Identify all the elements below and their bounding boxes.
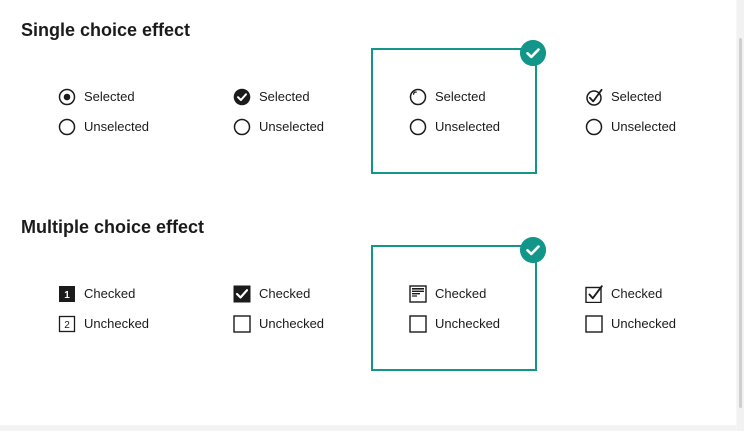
radio-empty-icon [409, 118, 427, 136]
single-style-4-unselected-option[interactable]: Unselected [585, 116, 676, 138]
checkbox-empty-icon [585, 315, 603, 333]
radio-empty-icon [58, 118, 76, 136]
single-style-1-unselected-option[interactable]: Unselected [58, 116, 149, 138]
checkbox-outline-check-icon [585, 285, 603, 303]
selected-check-badge-icon [520, 40, 546, 66]
unchecked-label: Unchecked [435, 316, 501, 331]
unchecked-number: 2 [64, 320, 70, 331]
radio-empty-icon [233, 118, 251, 136]
checkbox-lines-icon [409, 285, 427, 303]
check-circle-outline-icon [586, 88, 603, 106]
bottom-edge [0, 425, 736, 431]
checkbox-filled-check-icon [233, 285, 251, 303]
single-style-4-selected-option[interactable]: Selected [585, 86, 662, 108]
unchecked-label: Unchecked [611, 316, 677, 331]
multiple-style-4-checked-option[interactable]: Checked [585, 283, 662, 305]
unselected-label: Unselected [611, 119, 677, 134]
multiple-style-2-checked-option[interactable]: Checked [233, 283, 310, 305]
radio-dot-icon [58, 88, 76, 106]
checked-label: Checked [259, 286, 311, 301]
selected-label: Selected [435, 89, 486, 104]
multiple-style-2-unchecked-option[interactable]: Unchecked [233, 313, 324, 335]
check-circle-filled-icon [233, 88, 251, 106]
numbered-box-filled-icon: 1 [59, 286, 75, 302]
unchecked-label: Unchecked [259, 316, 325, 331]
multiple-choice-title: Multiple choice effect [21, 217, 205, 237]
scrollbar-thumb[interactable] [739, 38, 742, 408]
unchecked-label: Unchecked [84, 316, 150, 331]
checkbox-empty-icon [233, 315, 251, 333]
content-panel: Single choice effect Selected Unselected… [0, 0, 736, 431]
multiple-style-1-checked-option[interactable]: 1 Checked [58, 283, 135, 305]
unselected-label: Unselected [435, 119, 501, 134]
checked-label: Checked [611, 286, 663, 301]
selected-label: Selected [84, 89, 135, 104]
single-style-3-card[interactable] [371, 48, 537, 174]
single-style-2-selected-option[interactable]: Selected [233, 86, 310, 108]
checkbox-empty-icon [409, 315, 427, 333]
selected-label: Selected [611, 89, 662, 104]
unselected-label: Unselected [84, 119, 150, 134]
checked-label: Checked [435, 286, 487, 301]
numbered-box-outline-icon: 2 [58, 315, 76, 333]
selected-label: Selected [259, 89, 310, 104]
multiple-style-3-card[interactable] [371, 245, 537, 371]
single-style-3-selected-option[interactable]: Selected [409, 86, 486, 108]
unselected-label: Unselected [259, 119, 325, 134]
multiple-style-3-checked-option[interactable]: Checked [409, 283, 486, 305]
checked-number: 1 [64, 290, 70, 301]
selected-check-badge-icon [520, 237, 546, 263]
single-style-3-unselected-option[interactable]: Unselected [409, 116, 500, 138]
multiple-style-1-unchecked-option[interactable]: 2 Unchecked [58, 313, 149, 335]
multiple-style-4-unchecked-option[interactable]: Unchecked [585, 313, 676, 335]
radio-empty-icon [585, 118, 603, 136]
single-style-1-selected-option[interactable]: Selected [58, 86, 135, 108]
single-choice-title: Single choice effect [21, 20, 191, 40]
radio-notch-icon [409, 88, 427, 106]
multiple-style-3-unchecked-option[interactable]: Unchecked [409, 313, 500, 335]
single-style-2-unselected-option[interactable]: Unselected [233, 116, 324, 138]
checked-label: Checked [84, 286, 136, 301]
